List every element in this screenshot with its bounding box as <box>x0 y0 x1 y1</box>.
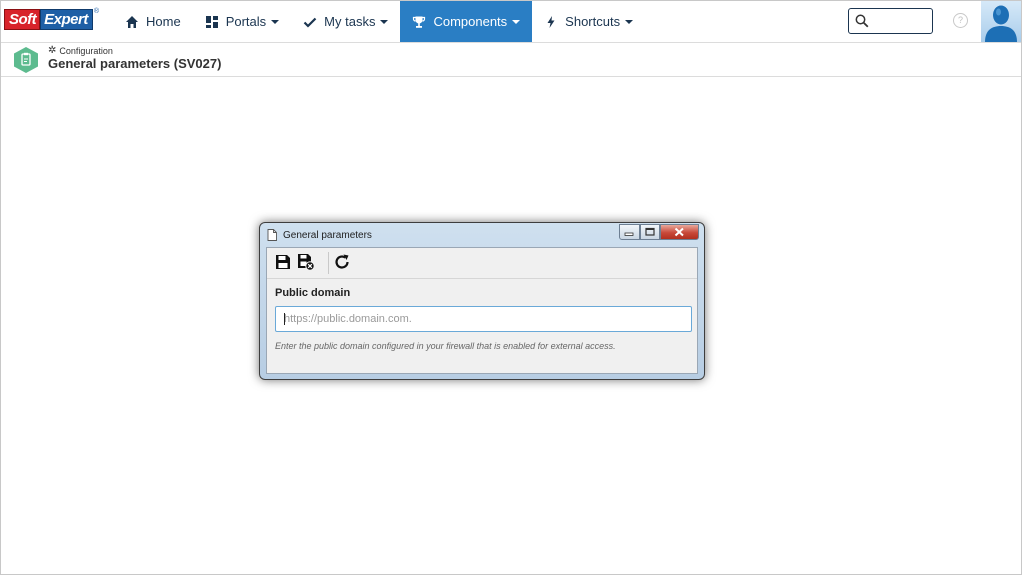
minimize-button[interactable] <box>619 224 640 240</box>
logo-registered-mark: ® <box>93 8 100 15</box>
nav-item-label: Shortcuts <box>565 14 621 29</box>
nav-item-components[interactable]: Components <box>400 1 533 42</box>
maximize-button[interactable] <box>640 224 660 240</box>
refresh-icon <box>335 254 349 269</box>
gear-icon: ✲ <box>48 45 57 56</box>
refresh-button[interactable] <box>333 253 351 271</box>
user-avatar[interactable] <box>981 1 1021 42</box>
logo-soft-text: Soft <box>4 8 41 30</box>
public-domain-hint: Enter the public domain configured in yo… <box>275 341 616 351</box>
check-icon <box>303 17 317 28</box>
trophy-icon <box>413 16 426 28</box>
dialog-toolbar <box>267 248 697 279</box>
general-parameters-dialog: General parameters Public domain https:/… <box>259 222 705 380</box>
nav-item-label: Home <box>146 14 181 29</box>
lightning-icon <box>547 15 555 28</box>
dialog-body: Public domain Enter the public domain co… <box>266 247 698 374</box>
minimize-icon <box>624 232 634 236</box>
public-domain-label: Public domain <box>275 287 351 299</box>
document-icon <box>267 229 277 241</box>
nav-item-portals[interactable]: Portals <box>193 1 291 42</box>
save-button[interactable] <box>274 253 292 271</box>
main-nav: Home Portals My tasks Components Shortcu… <box>113 1 645 42</box>
close-button[interactable] <box>660 224 699 240</box>
nav-item-label: Components <box>433 14 508 29</box>
save-icon <box>276 255 290 269</box>
save-and-close-button[interactable] <box>297 253 315 271</box>
toolbar-divider <box>328 252 329 274</box>
public-domain-input[interactable] <box>275 306 692 332</box>
search-icon <box>855 14 869 28</box>
page-title: General parameters (SV027) <box>48 56 222 71</box>
logo-expert-text: Expert <box>40 8 93 30</box>
chevron-down-icon <box>380 19 389 24</box>
softexpert-logo[interactable]: Soft Expert ® <box>4 8 106 30</box>
breadcrumb-label: Configuration <box>59 46 113 56</box>
search-input[interactable] <box>848 8 933 34</box>
chevron-down-icon <box>271 19 280 24</box>
nav-item-my-tasks[interactable]: My tasks <box>291 1 400 42</box>
save-close-icon <box>298 254 315 271</box>
page-header: ✲ Configuration General parameters (SV02… <box>1 43 1021 77</box>
maximize-icon <box>645 227 655 236</box>
home-icon <box>126 15 138 28</box>
nav-item-shortcuts[interactable]: Shortcuts <box>532 1 645 42</box>
dashboard-icon <box>205 15 218 28</box>
text-cursor <box>284 313 285 325</box>
breadcrumb[interactable]: ✲ Configuration <box>48 45 113 57</box>
close-icon <box>674 227 684 237</box>
dialog-title: General parameters <box>283 230 372 241</box>
help-icon[interactable]: ? <box>953 13 968 28</box>
nav-item-label: Portals <box>225 14 267 29</box>
nav-item-home[interactable]: Home <box>113 1 193 42</box>
chevron-down-icon <box>625 19 634 24</box>
user-silhouette-icon <box>985 5 1017 42</box>
top-navigation-bar: Soft Expert ® Home Portals My tasks Comp… <box>1 1 1021 43</box>
nav-item-label: My tasks <box>324 14 376 29</box>
configuration-badge-icon <box>14 47 38 73</box>
chevron-down-icon <box>512 19 521 24</box>
